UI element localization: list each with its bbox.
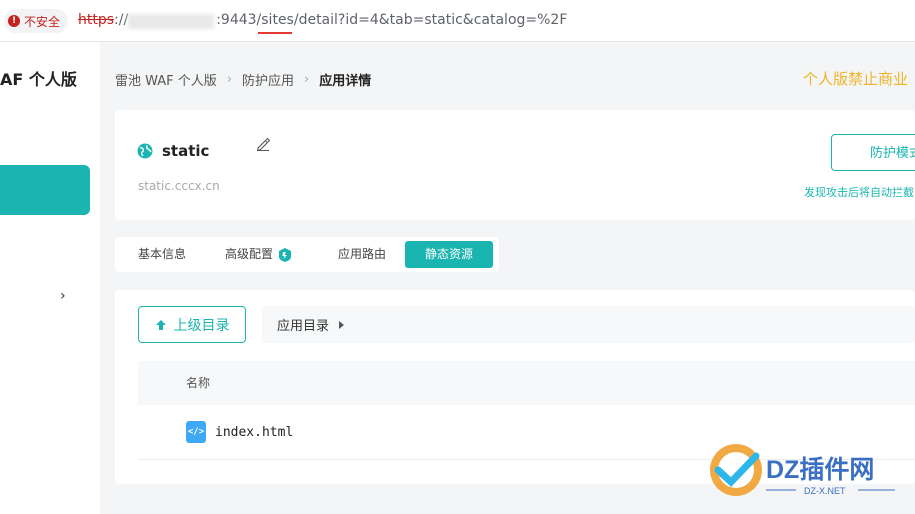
tab-app-routes[interactable]: 应用路由 [319, 241, 405, 268]
pro-badge-icon [279, 247, 292, 262]
tab-basic-info[interactable]: 基本信息 [119, 241, 205, 268]
chevron-right-icon[interactable]: › [60, 288, 66, 304]
globe-icon [137, 143, 153, 159]
url-path: :9443/sites/detail?id=4&tab=static&catal… [216, 12, 568, 28]
parent-directory-label: 上级目录 [173, 316, 230, 333]
protection-mode-button[interactable]: 防护模式 [831, 134, 915, 171]
site-name: static [162, 142, 210, 160]
breadcrumb-item-home[interactable]: 雷池 WAF 个人版 [115, 70, 217, 89]
code-file-icon: </> [186, 421, 206, 443]
warning-icon: ! [8, 15, 20, 27]
tab-label: 高级配置 [225, 247, 274, 261]
watermark-url: DZ-X.NET [804, 486, 846, 496]
url-scheme: https [78, 12, 115, 28]
tab-label: 基本信息 [138, 247, 187, 261]
edition-warning: 个人版禁止商业 [803, 70, 909, 88]
file-table-header: 名称 [138, 361, 915, 405]
breadcrumb: 雷池 WAF 个人版 › 防护应用 › 应用详情 [115, 70, 371, 89]
watermark-brand: DZ插件网 [766, 456, 874, 484]
security-indicator[interactable]: ! 不安全 [4, 9, 69, 33]
security-label: 不安全 [24, 14, 61, 29]
column-header-name: 名称 [186, 376, 211, 390]
sidebar-item-active[interactable] [0, 165, 90, 215]
breadcrumb-separator-icon: › [304, 72, 310, 87]
breadcrumb-item-current: 应用详情 [319, 74, 372, 89]
caret-right-icon [339, 320, 345, 329]
breadcrumb-item-apps[interactable]: 防护应用 [242, 70, 294, 89]
file-name: index.html [215, 424, 294, 440]
directory-path-bar: 应用目录 [262, 306, 915, 343]
browser-address-bar[interactable]: ! 不安全 https :// :9443/sites/detail?id=4&… [0, 0, 915, 42]
detail-tabs: 基本信息 高级配置 应用路由 静态资源 [115, 237, 499, 272]
sidebar-app-title: AF 个人版 [0, 70, 77, 89]
tab-advanced-config[interactable]: 高级配置 [205, 241, 319, 268]
url-text[interactable]: https :// :9443/sites/detail?id=4&tab=st… [78, 12, 567, 29]
parent-directory-button[interactable]: 上级目录 [138, 306, 246, 343]
url-host-redacted [128, 14, 215, 29]
sidebar: AF 个人版 › [0, 42, 100, 514]
arrow-up-icon [155, 319, 166, 330]
watermark-logo: DZ插件网 DZ-X.NET [710, 444, 895, 496]
path-segment[interactable]: 应用目录 [277, 315, 329, 334]
url-separator: :// [114, 12, 129, 28]
breadcrumb-separator-icon: › [226, 72, 232, 87]
edit-icon[interactable] [256, 137, 270, 151]
site-domain: static.cccx.cn [138, 179, 220, 193]
url-annotation-underline [258, 32, 292, 34]
tab-static-resources[interactable]: 静态资源 [405, 241, 494, 268]
protection-mode-hint: 发现攻击后将自动拦截 [804, 186, 914, 199]
site-card: static static.cccx.cn 防护模式 发现攻击后将自动拦截 [115, 110, 915, 220]
tab-label: 静态资源 [425, 247, 474, 261]
tab-label: 应用路由 [338, 247, 387, 261]
